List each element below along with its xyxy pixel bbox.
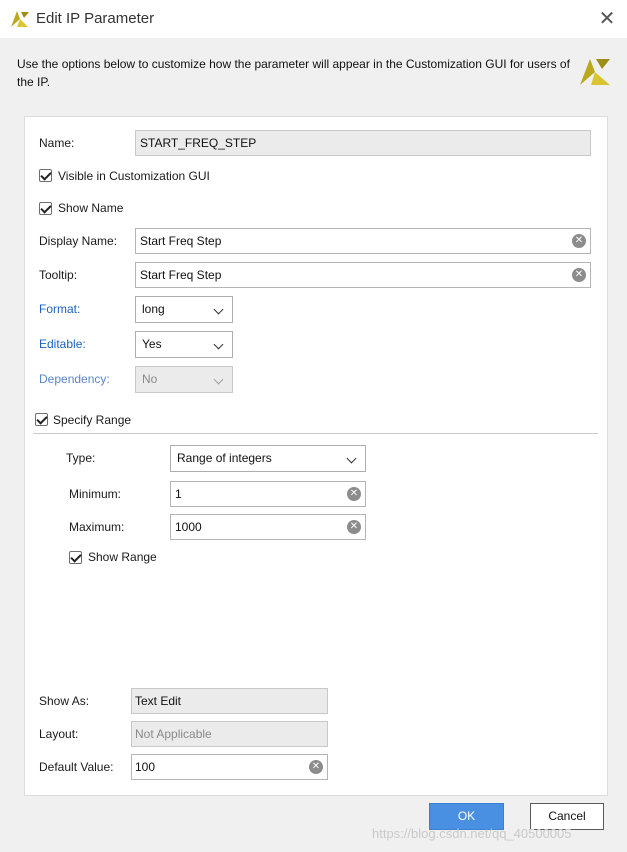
show-name-label: Show Name: [58, 201, 124, 215]
layout-label: Layout:: [39, 727, 79, 741]
chevron-down-icon: [213, 304, 224, 315]
tooltip-label: Tooltip:: [39, 268, 78, 282]
display-name-label: Display Name:: [39, 234, 118, 248]
maximum-value: 1000: [175, 520, 202, 534]
clear-icon[interactable]: ✕: [572, 268, 586, 282]
show-range-checkbox[interactable]: [69, 551, 82, 564]
clear-icon[interactable]: ✕: [572, 234, 586, 248]
visible-checkbox[interactable]: [39, 169, 52, 182]
minimum-value: 1: [175, 487, 182, 501]
clear-icon[interactable]: ✕: [347, 487, 361, 501]
range-type-value: Range of integers: [177, 451, 272, 465]
minimum-input[interactable]: 1 ✕: [170, 481, 366, 507]
editable-label: Editable:: [39, 337, 86, 351]
chevron-down-icon: [213, 374, 224, 385]
show-range-label: Show Range: [88, 550, 157, 564]
tooltip-value: Start Freq Step: [140, 268, 222, 282]
format-select[interactable]: long: [135, 296, 233, 323]
maximum-label: Maximum:: [69, 520, 125, 534]
editable-value: Yes: [142, 337, 162, 351]
close-icon[interactable]: ✕: [597, 9, 617, 29]
tooltip-input[interactable]: Start Freq Step ✕: [135, 262, 591, 288]
show-as-field: Text Edit: [131, 688, 328, 714]
maximum-input[interactable]: 1000 ✕: [170, 514, 366, 540]
vivado-header-logo-icon: [580, 59, 610, 85]
format-value: long: [142, 302, 165, 316]
watermark-text: https://blog.csdn.net/qq_40500005: [372, 826, 572, 841]
default-value-input[interactable]: 100 ✕: [131, 754, 328, 780]
window-title: Edit IP Parameter: [36, 10, 155, 27]
display-name-input[interactable]: Start Freq Step ✕: [135, 228, 591, 254]
vivado-logo-icon: [11, 11, 29, 27]
show-name-checkbox[interactable]: [39, 202, 52, 215]
name-field: START_FREQ_STEP: [135, 130, 591, 156]
dialog-description: Use the options below to customize how t…: [17, 57, 570, 89]
specify-range-checkbox[interactable]: [35, 413, 48, 426]
clear-icon[interactable]: ✕: [347, 520, 361, 534]
dependency-value: No: [142, 372, 158, 386]
format-label: Format:: [39, 302, 81, 316]
range-type-select[interactable]: Range of integers: [170, 445, 366, 472]
chevron-down-icon: [346, 453, 357, 464]
clear-icon[interactable]: ✕: [309, 760, 323, 774]
chevron-down-icon: [213, 339, 224, 350]
layout-field: Not Applicable: [131, 721, 328, 747]
display-name-value: Start Freq Step: [140, 234, 222, 248]
minimum-label: Minimum:: [69, 487, 122, 501]
dependency-select: No: [135, 366, 233, 393]
range-divider: [33, 433, 598, 434]
visible-label: Visible in Customization GUI: [58, 169, 210, 183]
default-value-text: 100: [135, 760, 156, 774]
range-type-label: Type:: [66, 451, 96, 465]
specify-range-label: Specify Range: [53, 413, 132, 427]
editable-select[interactable]: Yes: [135, 331, 233, 358]
show-as-label: Show As:: [39, 694, 90, 708]
default-value-label: Default Value:: [39, 760, 114, 774]
dependency-label: Dependency:: [39, 372, 110, 386]
name-label: Name:: [39, 136, 75, 150]
